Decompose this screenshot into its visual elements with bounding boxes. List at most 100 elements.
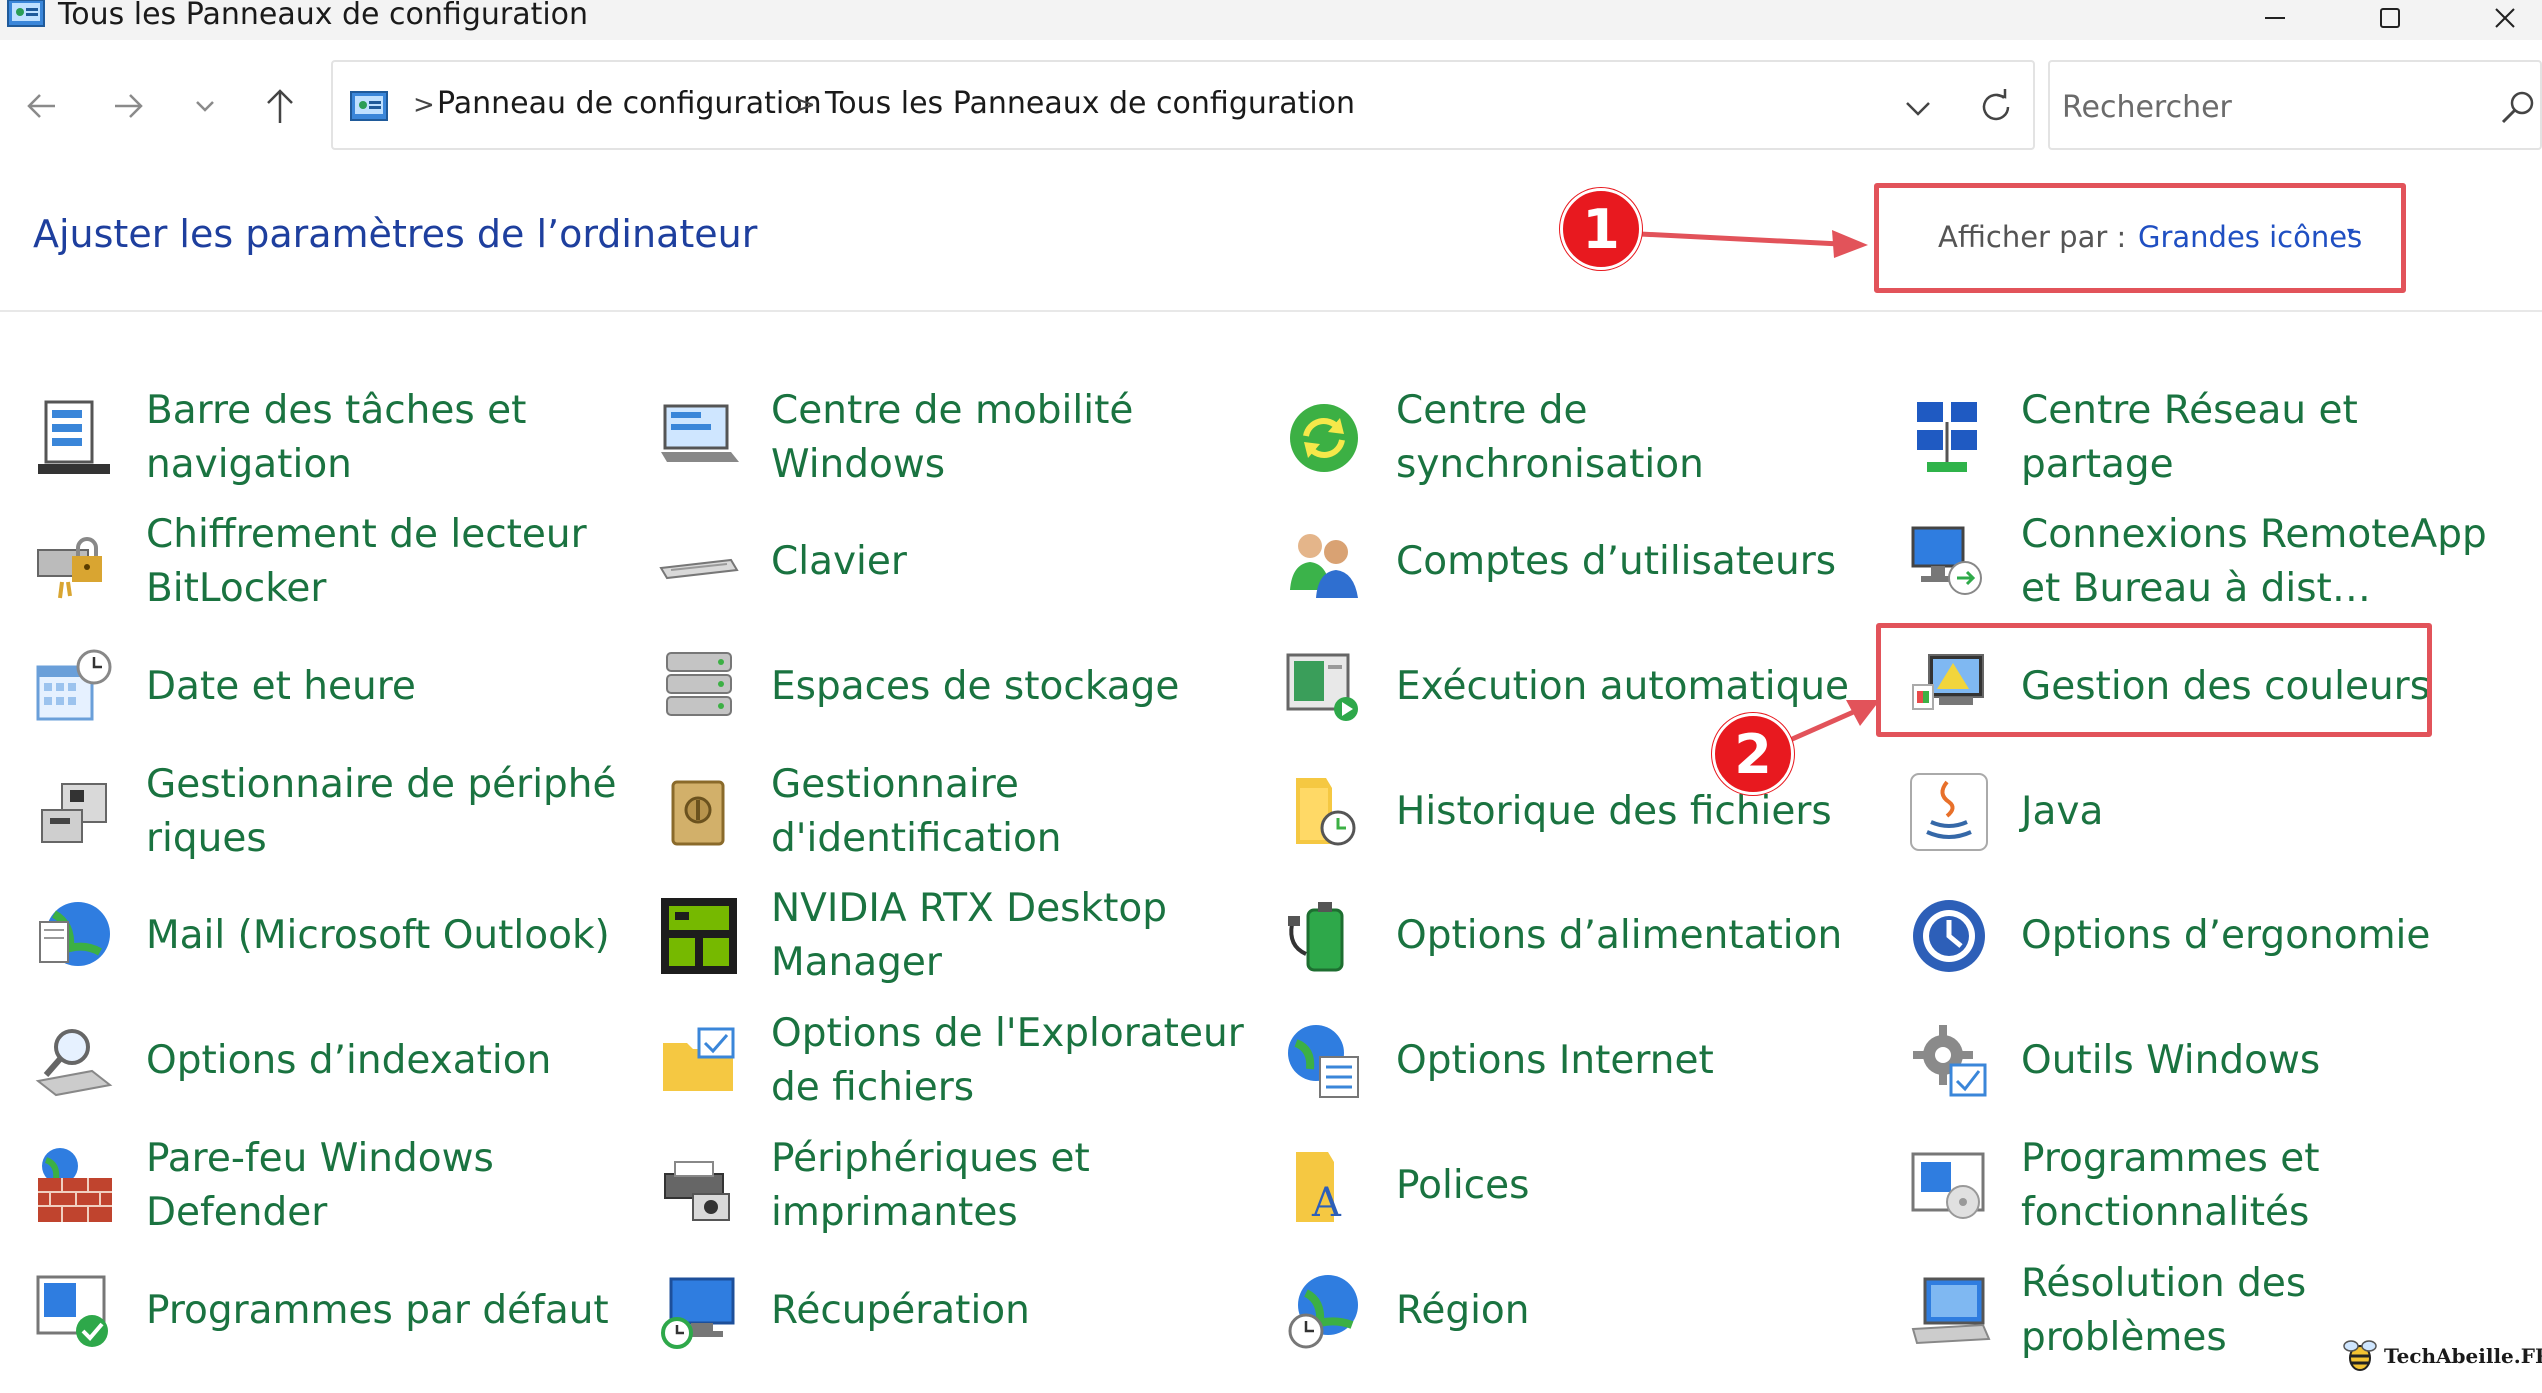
- view-by-label: Afficher par :: [1938, 220, 2127, 254]
- region-icon: [1288, 1275, 1358, 1349]
- item-label: Programmes par défaut: [146, 1288, 609, 1333]
- troubleshooting-icon: [1911, 1277, 1991, 1345]
- indexing-options-icon: [35, 1029, 113, 1097]
- caret-down-icon[interactable]: ▾: [2347, 224, 2354, 240]
- item-programs-features[interactable]: Programmes et fonctionnalités: [1875, 1124, 2521, 1248]
- item-label: Espaces de stockage: [771, 664, 1180, 709]
- item-label: Outils Windows: [2021, 1038, 2321, 1083]
- item-indexing-options[interactable]: Options d’indexation: [0, 999, 646, 1123]
- item-firewall[interactable]: Pare-feu Windows Defender: [0, 1124, 646, 1248]
- svg-text:A: A: [1311, 1180, 1342, 1226]
- address-history-button[interactable]: [1893, 88, 1943, 128]
- remoteapp-icon: [1911, 526, 1982, 595]
- item-remoteapp[interactable]: Connexions RemoteApp et Bureau à dist…: [1875, 500, 2521, 624]
- firewall-icon: [38, 1148, 112, 1222]
- search-placeholder: Rechercher: [2062, 90, 2232, 125]
- item-nvidia[interactable]: NVIDIA RTX Desktop Manager: [625, 874, 1271, 998]
- item-label: Clavier: [771, 539, 907, 584]
- search-input[interactable]: Rechercher: [2048, 60, 2542, 150]
- refresh-button[interactable]: [1971, 84, 2021, 130]
- fonts-icon: A: [1296, 1152, 1342, 1226]
- item-windows-tools[interactable]: Outils Windows: [1875, 999, 2521, 1123]
- arrow-left-icon: [27, 94, 55, 118]
- minimize-button[interactable]: [2225, 0, 2325, 36]
- item-device-manager[interactable]: Gestionnaire de périphé riques: [0, 750, 646, 874]
- item-mobility-center[interactable]: Centre de mobilité Windows: [625, 376, 1271, 500]
- item-default-programs[interactable]: Programmes par défaut: [0, 1249, 646, 1373]
- breadcrumb-all-control-panel[interactable]: Tous les Panneaux de configuration: [825, 86, 1355, 121]
- breadcrumb-separator[interactable]: >: [413, 90, 435, 120]
- item-devices-printers[interactable]: Périphériques et imprimantes: [625, 1124, 1271, 1248]
- chevron-down-icon: [196, 101, 214, 112]
- address-bar[interactable]: > Panneau de configuration > Tous les Pa…: [331, 60, 2035, 150]
- bee-logo-icon: [2343, 1340, 2377, 1371]
- navigation-bar: > Panneau de configuration > Tous les Pa…: [0, 48, 2542, 160]
- arrow-up-icon: [267, 89, 293, 123]
- item-network-sharing[interactable]: Centre Réseau et partage: [1875, 376, 2521, 500]
- item-label: Programmes et fonctionnalités: [2021, 1136, 2320, 1235]
- item-label: Barre des tâches et navigation: [146, 388, 527, 487]
- item-autoplay[interactable]: Exécution automatique: [1250, 625, 1896, 749]
- item-credential-manager[interactable]: Gestionnaire d'identification: [625, 750, 1271, 874]
- item-internet-options[interactable]: Options Internet: [1250, 999, 1896, 1123]
- item-label: Exécution automatique: [1396, 664, 1850, 709]
- mobility-center-icon: [661, 404, 739, 462]
- storage-spaces-icon: [666, 652, 732, 716]
- breadcrumb-separator[interactable]: >: [794, 90, 816, 120]
- back-button[interactable]: [12, 78, 72, 134]
- windows-tools-icon: [1913, 1025, 1987, 1097]
- item-storage-spaces[interactable]: Espaces de stockage: [625, 625, 1271, 749]
- item-label: Région: [1396, 1288, 1530, 1333]
- item-ease-of-access[interactable]: Options d’ergonomie: [1875, 874, 2521, 998]
- item-label: Options d’indexation: [146, 1038, 552, 1083]
- annotation-arrowhead-1: [1832, 230, 1868, 258]
- item-mail[interactable]: Mail (Microsoft Outlook): [0, 874, 646, 998]
- item-label: Périphériques et imprimantes: [771, 1136, 1090, 1235]
- item-label: Gestionnaire de périphé riques: [146, 762, 617, 861]
- java-icon: [1910, 773, 1988, 851]
- item-label: Options d’ergonomie: [2021, 913, 2431, 958]
- item-fonts[interactable]: A Polices: [1250, 1124, 1896, 1248]
- breadcrumb-control-panel[interactable]: Panneau de configuration: [437, 86, 822, 121]
- item-label: Options de l'Explorateur de fichiers: [771, 1011, 1244, 1110]
- item-date-time[interactable]: Date et heure: [0, 625, 646, 749]
- item-label: Gestionnaire d'identification: [771, 762, 1062, 861]
- annotation-arrow-1: [1639, 231, 1841, 247]
- ease-of-access-icon: [1913, 900, 1985, 972]
- item-explorer-options[interactable]: Options de l'Explorateur de fichiers: [625, 999, 1271, 1123]
- watermark-text: TechAbeille.FR: [2384, 1344, 2542, 1368]
- view-by-dropdown[interactable]: Grandes icônes: [2138, 220, 2362, 254]
- item-label: Récupération: [771, 1288, 1030, 1333]
- recent-locations-button[interactable]: [175, 78, 235, 134]
- item-file-history[interactable]: Historique des fichiers: [1250, 750, 1896, 874]
- item-label: Comptes d’utilisateurs: [1396, 539, 1837, 584]
- item-label: Options d’alimentation: [1396, 913, 1843, 958]
- close-icon: [2495, 8, 2515, 28]
- item-user-accounts[interactable]: Comptes d’utilisateurs: [1250, 500, 1896, 624]
- item-label: Polices: [1396, 1163, 1530, 1208]
- item-label: Options Internet: [1396, 1038, 1714, 1083]
- minimize-icon: [2265, 17, 2285, 19]
- maximize-button[interactable]: [2340, 0, 2440, 36]
- up-button[interactable]: [250, 78, 310, 134]
- item-java[interactable]: Java: [1875, 750, 2521, 874]
- item-power-options[interactable]: Options d’alimentation: [1250, 874, 1896, 998]
- item-sync-center[interactable]: Centre de synchronisation: [1250, 376, 1896, 500]
- color-management-highlight: [1876, 623, 2432, 737]
- nvidia-icon: [661, 898, 737, 974]
- maximize-icon: [2380, 8, 2400, 28]
- divider: [0, 310, 2542, 312]
- item-region[interactable]: Région: [1250, 1249, 1896, 1373]
- item-label: Mail (Microsoft Outlook): [146, 913, 610, 958]
- item-keyboard[interactable]: Clavier: [625, 500, 1271, 624]
- page-title: Ajuster les paramètres de l’ordinateur: [33, 212, 758, 256]
- item-recovery[interactable]: Récupération: [625, 1249, 1271, 1373]
- item-label: Pare-feu Windows Defender: [146, 1136, 494, 1235]
- chevron-down-icon: [1906, 102, 1930, 116]
- item-taskbar-navigation[interactable]: Barre des tâches et navigation: [0, 376, 646, 500]
- item-bitlocker[interactable]: Chiffrement de lecteur BitLocker: [0, 500, 646, 624]
- close-button[interactable]: [2455, 0, 2542, 36]
- date-time-icon: [36, 649, 112, 721]
- forward-button[interactable]: [98, 78, 158, 134]
- power-options-icon: [1288, 902, 1344, 972]
